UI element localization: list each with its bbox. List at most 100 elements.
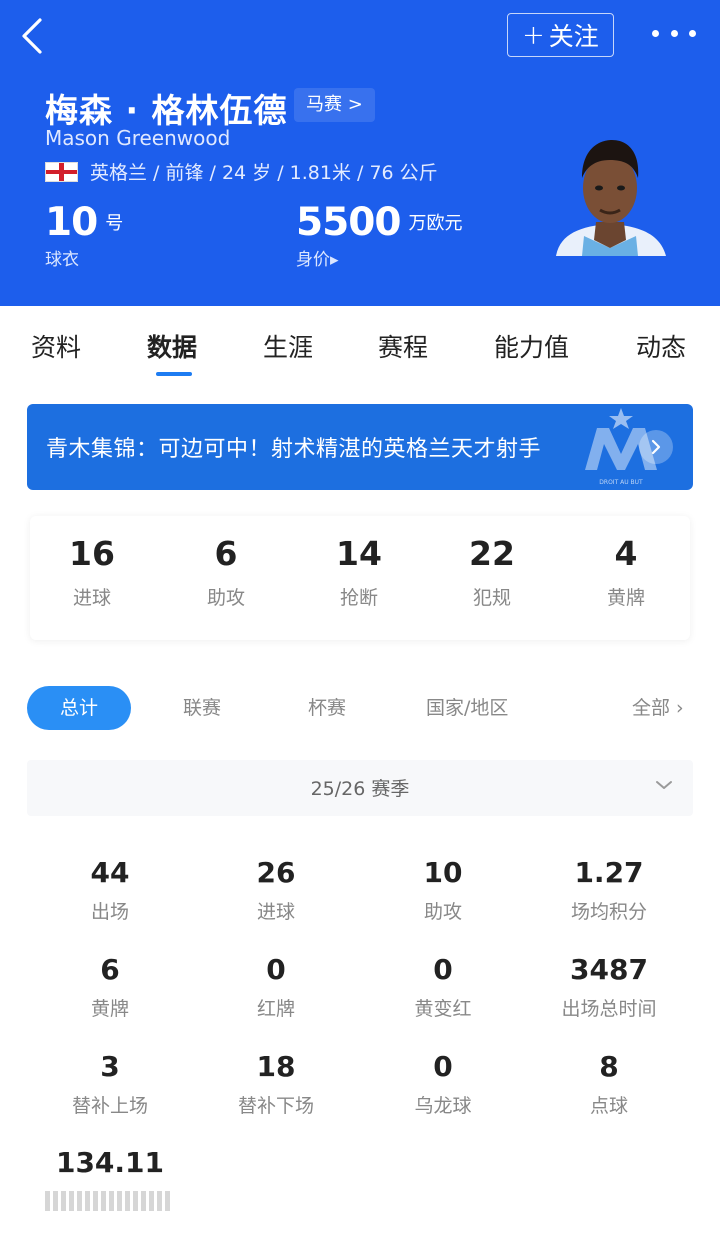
market-value-block[interactable]: 5500 万欧元 身价▸ <box>296 200 463 270</box>
stat-item: 1.27 场均积分 <box>526 856 692 924</box>
stat-item: 6 黄牌 <box>27 953 193 1021</box>
summary-item: 6 助攻 <box>161 534 291 610</box>
stat-value: 0 <box>433 953 453 986</box>
summary-value: 6 <box>214 534 238 573</box>
stat-item: 0 红牌 <box>193 953 359 1021</box>
active-tab-indicator <box>156 372 192 376</box>
stat-label: 黄牌 <box>90 998 129 1020</box>
summary-item: 4 黄牌 <box>561 534 691 610</box>
market-value-label[interactable]: 身价▸ <box>296 245 463 270</box>
stat-item: 3487 出场总时间 <box>526 953 692 1021</box>
season-selector[interactable]: 25/26 赛季 <box>27 760 693 816</box>
summary-value: 16 <box>69 534 115 573</box>
tab-news[interactable]: 动态 <box>636 328 686 364</box>
more-dot-icon <box>670 29 678 37</box>
plus-icon: + <box>522 19 545 51</box>
summary-item: 14 抢断 <box>294 534 424 610</box>
stat-item: 10 助攻 <box>360 856 526 924</box>
stat-label: 点球 <box>589 1095 628 1117</box>
stat-label: 出场总时间 <box>561 998 657 1020</box>
club-link[interactable]: 马赛 > <box>294 88 375 122</box>
stat-value: 44 <box>90 856 130 889</box>
stat-label: 黄变红 <box>414 998 472 1020</box>
summary-value: 14 <box>336 534 382 573</box>
stat-value: 8 <box>599 1050 619 1083</box>
shirt-number-block: 10 号 球衣 <box>45 200 123 270</box>
filter-league[interactable]: 联赛 <box>183 686 221 730</box>
stat-value: 26 <box>256 856 296 889</box>
summary-label: 犯规 <box>472 587 511 609</box>
tab-schedule[interactable]: 赛程 <box>378 328 428 364</box>
summary-label: 助攻 <box>206 587 245 609</box>
watermark <box>45 1188 175 1214</box>
summary-label: 进球 <box>72 587 111 609</box>
shirt-number-unit: 号 <box>105 213 124 234</box>
banner-text: 青木集锦：可边可中！射术精湛的英格兰天才射手 <box>46 437 542 462</box>
stat-value: 18 <box>256 1050 296 1083</box>
stat-value: 0 <box>433 1050 453 1083</box>
player-meta-text: 英格兰 / 前锋 / 24 岁 / 1.81米 / 76 公斤 <box>90 162 438 184</box>
follow-label: 关注 <box>548 22 599 51</box>
filter-all[interactable]: 全部 › <box>632 686 684 730</box>
stat-value: 3 <box>100 1050 120 1083</box>
tab-ability[interactable]: 能力值 <box>494 328 569 364</box>
stat-label: 替补上场 <box>71 1095 148 1117</box>
stat-label: 出场 <box>90 901 129 923</box>
stat-item: 8 点球 <box>526 1050 692 1118</box>
stat-value: 1.27 <box>574 856 644 889</box>
summary-item: 22 犯规 <box>427 534 557 610</box>
filter-international[interactable]: 国家/地区 <box>426 686 508 730</box>
season-label: 25/26 赛季 <box>310 778 410 800</box>
stat-value: 10 <box>423 856 463 889</box>
shirt-number: 10 <box>45 200 98 245</box>
summary-value: 4 <box>614 534 638 573</box>
filter-total[interactable]: 总计 <box>27 686 131 730</box>
more-dot-icon <box>652 29 659 37</box>
stat-label: 乌龙球 <box>414 1095 472 1117</box>
summary-stats-card: 16 进球 6 助攻 14 抢断 22 犯规 4 黄牌 <box>30 516 690 640</box>
player-meta: 英格兰 / 前锋 / 24 岁 / 1.81米 / 76 公斤 <box>45 158 438 185</box>
england-flag-icon <box>45 161 78 182</box>
banner-arrow-button[interactable] <box>639 430 673 464</box>
stat-item: 44 出场 <box>27 856 193 924</box>
stat-item: 18 替补下场 <box>193 1050 359 1118</box>
summary-item: 16 进球 <box>27 534 157 610</box>
stat-value: 6 <box>100 953 120 986</box>
stat-label: 进球 <box>256 901 295 923</box>
market-value-unit: 万欧元 <box>408 213 463 234</box>
tab-bar: 资料 数据 生涯 赛程 能力值 动态 <box>0 306 720 382</box>
summary-label: 黄牌 <box>606 587 645 609</box>
player-portrait <box>556 140 666 256</box>
stat-item: 0 乌龙球 <box>360 1050 526 1118</box>
logo-motto: DROIT AU BUT <box>599 479 643 486</box>
competition-filter: 总计 联赛 杯赛 国家/地区 全部 › <box>0 684 720 732</box>
stat-label: 助攻 <box>423 901 462 923</box>
chevron-right-icon <box>651 439 661 455</box>
stat-item: 26 进球 <box>193 856 359 924</box>
filter-cup[interactable]: 杯赛 <box>308 686 346 730</box>
player-name-english: Mason Greenwood <box>45 126 231 150</box>
stat-label: 场均积分 <box>570 901 647 923</box>
more-menu-button[interactable] <box>652 22 696 44</box>
stat-item: 134.11 <box>27 1146 193 1179</box>
player-name: 梅森 · 格林伍德 <box>45 91 288 130</box>
back-button[interactable] <box>18 16 48 56</box>
shirt-label: 球衣 <box>45 250 79 270</box>
stat-value: 134.11 <box>55 1146 165 1179</box>
more-dot-icon <box>689 29 696 37</box>
chevron-down-icon <box>656 781 672 789</box>
summary-label: 抢断 <box>339 587 378 609</box>
highlight-banner[interactable]: DROIT AU BUT 青木集锦：可边可中！射术精湛的英格兰天才射手 <box>27 404 693 490</box>
chevron-left-icon <box>22 18 42 54</box>
stat-item: 3 替补上场 <box>27 1050 193 1118</box>
follow-button[interactable]: + 关注 <box>507 13 614 57</box>
stat-value: 3487 <box>570 953 648 986</box>
market-value: 5500 <box>296 200 402 245</box>
tab-career[interactable]: 生涯 <box>263 328 313 364</box>
stat-item: 0 黄变红 <box>360 953 526 1021</box>
tab-profile[interactable]: 资料 <box>31 328 81 364</box>
stat-value: 0 <box>266 953 286 986</box>
player-header: + 关注 梅森 · 格林伍德 马赛 > Mason Greenwood 英格兰 … <box>0 0 720 306</box>
tab-stats[interactable]: 数据 <box>147 328 197 364</box>
stat-label: 替补下场 <box>237 1095 314 1117</box>
